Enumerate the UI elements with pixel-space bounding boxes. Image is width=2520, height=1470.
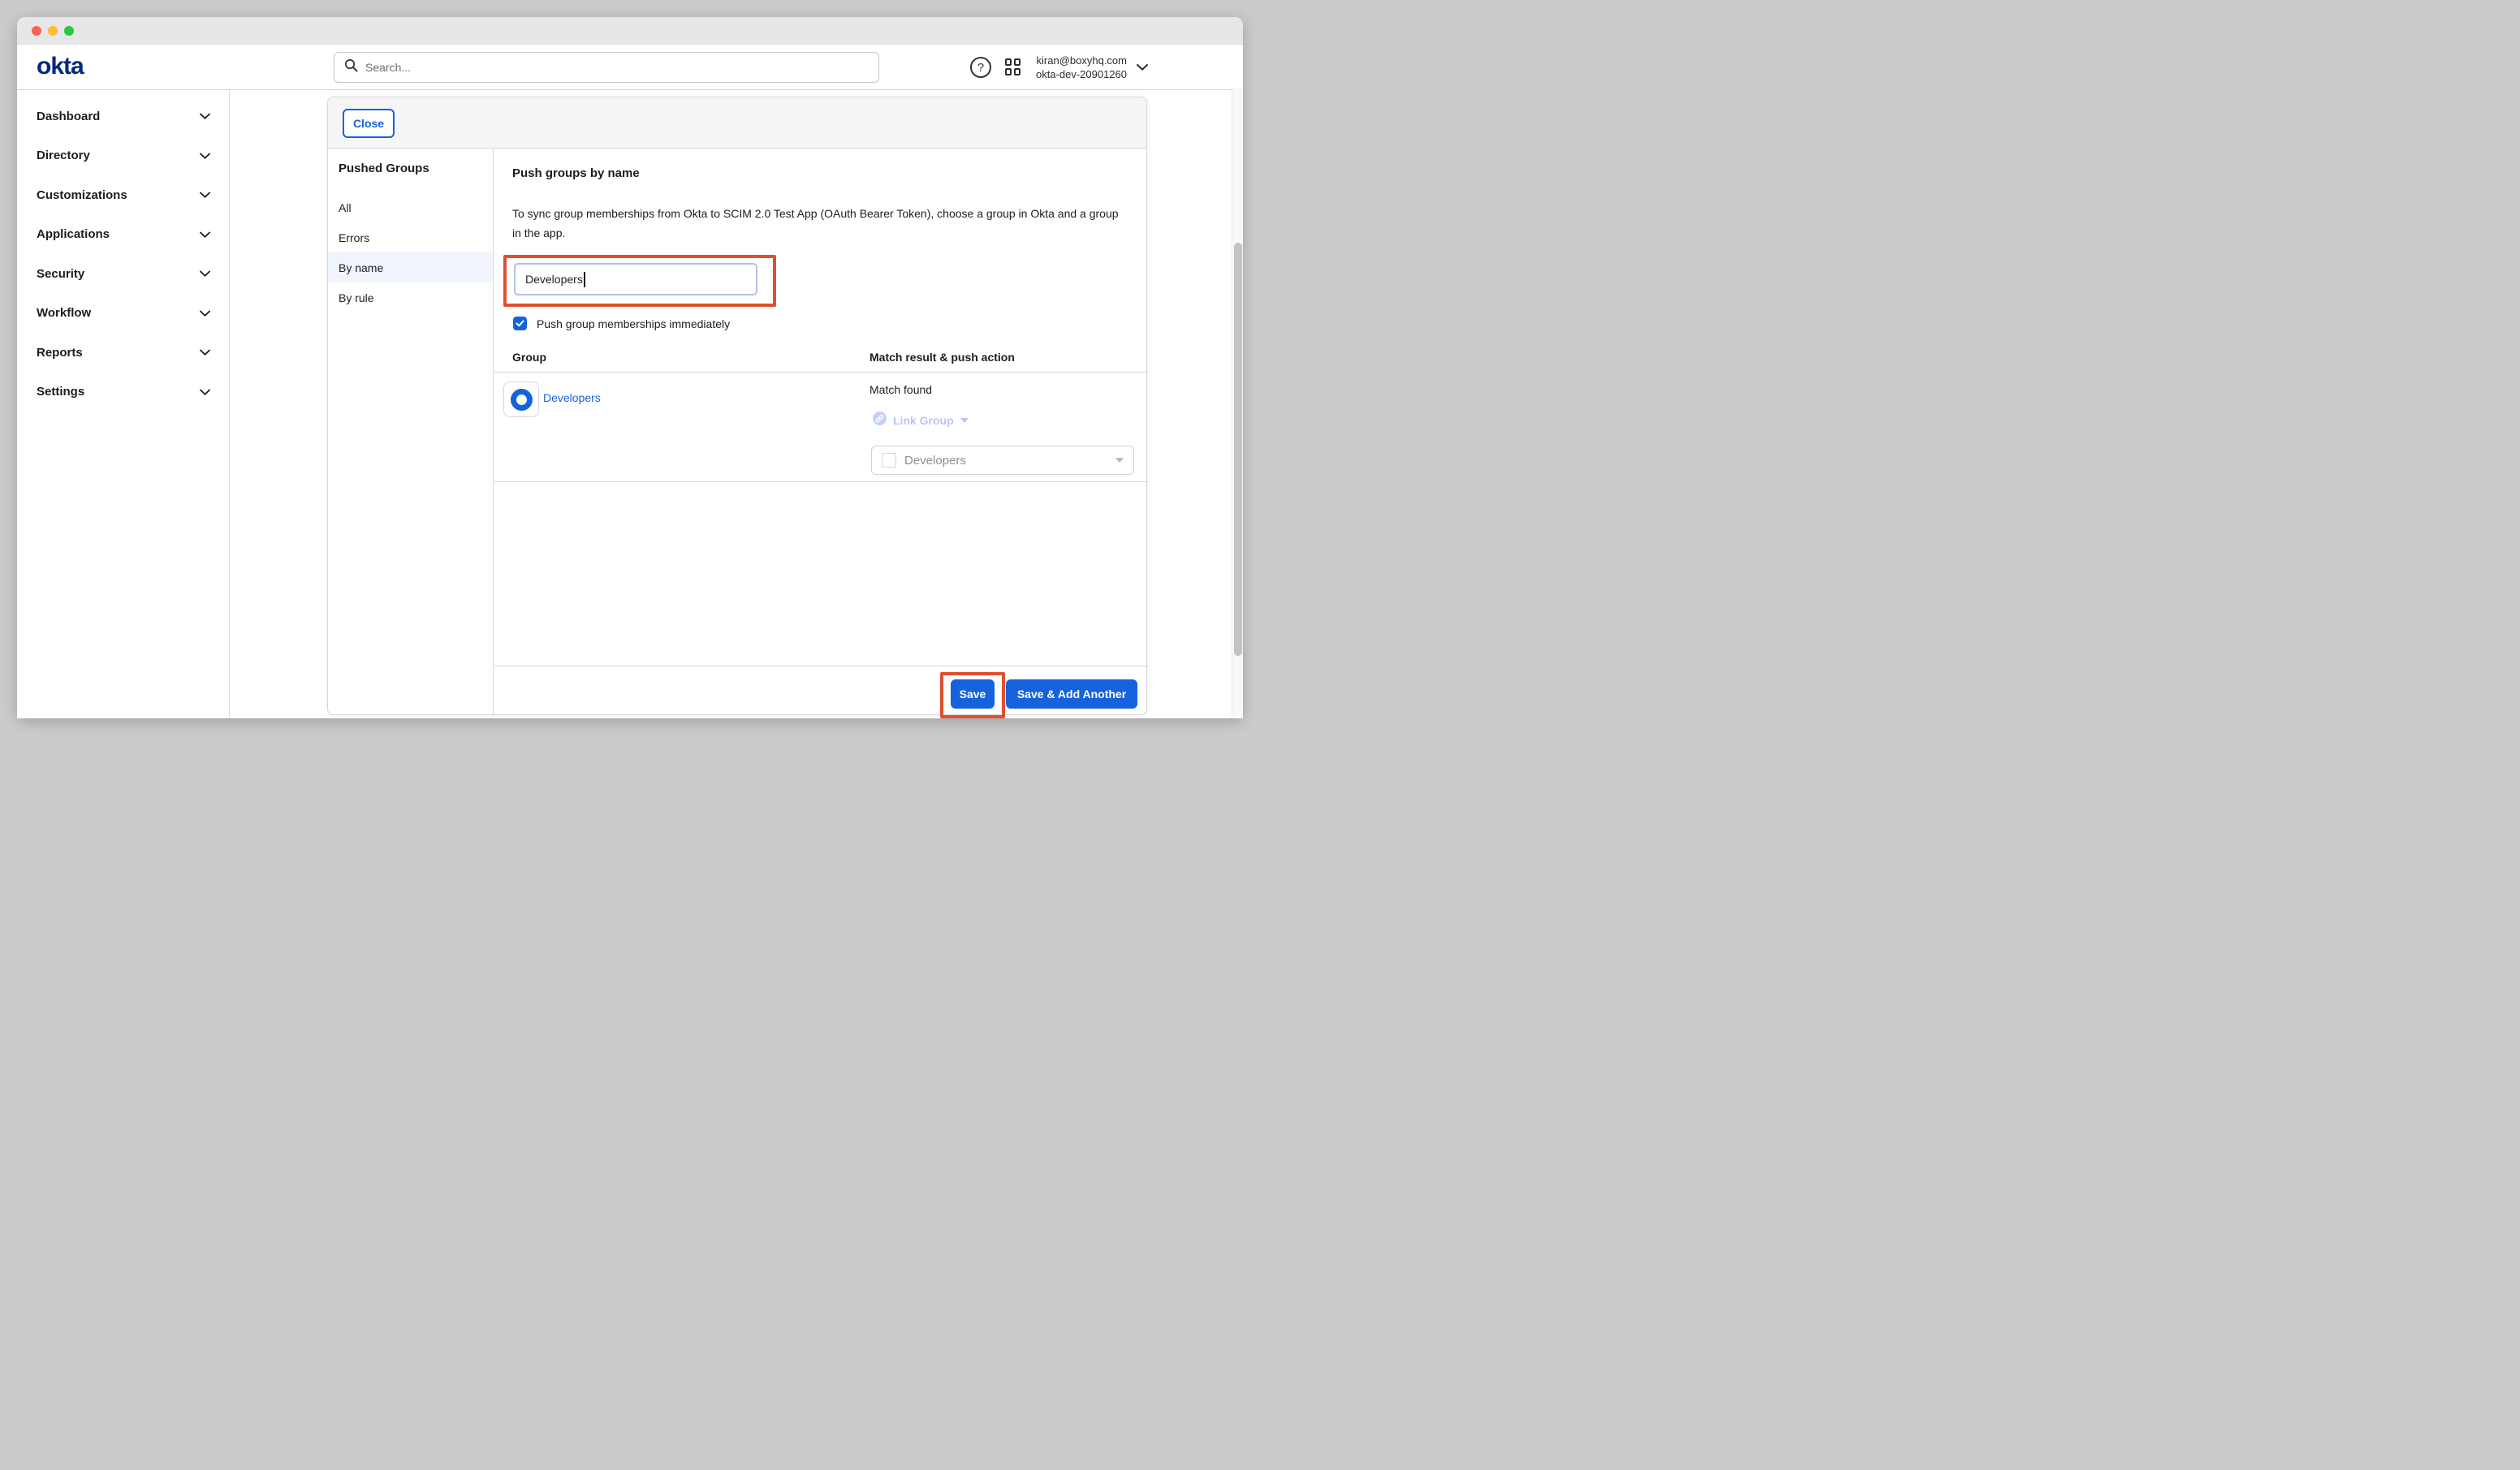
sidebar-item-customizations[interactable]: Customizations <box>17 175 229 215</box>
sidebar-item-settings[interactable]: Settings <box>17 373 229 412</box>
text-cursor <box>584 272 585 287</box>
group-avatar <box>503 382 539 417</box>
app-group-select[interactable]: Developers <box>871 446 1134 475</box>
sidebar-item-dashboard[interactable]: Dashboard <box>17 97 229 136</box>
okta-logo[interactable]: okta <box>37 53 84 80</box>
account-chevron-icon <box>1137 60 1148 75</box>
traffic-light-close[interactable] <box>32 26 41 36</box>
group-link[interactable]: Developers <box>543 391 601 404</box>
column-header-match-result: Match result & push action <box>869 351 1015 364</box>
dialog-header: Close <box>328 97 1146 149</box>
chevron-down-icon <box>200 306 210 320</box>
sidebar-item-label: Directory <box>37 149 90 162</box>
sidebar-item-label: Applications <box>37 227 110 241</box>
link-icon <box>873 412 887 429</box>
sidebar-item-label: Security <box>37 267 84 281</box>
chevron-down-icon <box>200 110 210 123</box>
caret-down-icon <box>960 418 969 423</box>
close-button[interactable]: Close <box>343 109 395 138</box>
account-org: okta-dev-20901260 <box>1036 67 1127 81</box>
sidebar-item-label: Customizations <box>37 188 127 202</box>
save-and-add-another-button[interactable]: Save & Add Another <box>1006 679 1137 709</box>
table-header: Group Match result & push action <box>494 345 1148 373</box>
nav-item-all[interactable]: All <box>328 192 493 222</box>
app-header: okta kiran@boxyhq.com okta-dev-20901260 <box>17 45 1243 90</box>
traffic-light-zoom[interactable] <box>64 26 74 36</box>
app-group-selected-value: Developers <box>904 454 1107 468</box>
group-name-input[interactable]: Developers <box>514 263 757 295</box>
sidebar-item-workflow[interactable]: Workflow <box>17 294 229 334</box>
sidebar-item-label: Reports <box>37 346 83 360</box>
chevron-down-icon <box>200 188 210 202</box>
nav-item-by-name[interactable]: By name <box>328 252 493 282</box>
group-name-input-value: Developers <box>525 273 583 286</box>
link-group-dropdown[interactable]: Link Group <box>873 412 969 429</box>
help-icon[interactable] <box>970 57 991 78</box>
chevron-down-icon <box>200 149 210 162</box>
chevron-down-icon <box>200 267 210 281</box>
sidebar-item-applications[interactable]: Applications <box>17 215 229 255</box>
browser-window: okta kiran@boxyhq.com okta-dev-20901260 <box>17 17 1243 718</box>
sidebar-item-label: Settings <box>37 385 84 399</box>
pushed-groups-nav: Pushed Groups All Errors By name By rule <box>328 149 494 714</box>
sidebar-item-reports[interactable]: Reports <box>17 333 229 373</box>
save-button[interactable]: Save <box>951 679 995 709</box>
sidebar-item-label: Workflow <box>37 306 91 320</box>
app-group-placeholder-icon <box>882 453 896 468</box>
account-email: kiran@boxyhq.com <box>1036 54 1127 67</box>
push-groups-dialog: Close Pushed Groups All Errors By name B… <box>327 97 1147 715</box>
search-icon <box>344 58 358 76</box>
search-input[interactable] <box>365 61 869 74</box>
page-title: Push groups by name <box>512 166 640 180</box>
link-group-label: Link Group <box>893 414 954 427</box>
apps-grid-icon[interactable] <box>1005 58 1022 76</box>
scrollbar-thumb[interactable] <box>1234 243 1242 656</box>
sidebar-nav: Dashboard Directory Customizations Appli… <box>17 90 230 718</box>
sidebar-item-label: Dashboard <box>37 110 100 123</box>
nav-item-by-rule[interactable]: By rule <box>328 282 493 313</box>
column-header-group: Group <box>512 351 546 364</box>
description-text: To sync group memberships from Okta to S… <box>512 204 1120 243</box>
global-search[interactable] <box>334 52 879 83</box>
traffic-light-minimize[interactable] <box>48 26 58 36</box>
chevron-down-icon <box>200 227 210 241</box>
check-icon <box>516 320 524 327</box>
push-immediately-label: Push group memberships immediately <box>537 317 730 330</box>
okta-group-icon <box>511 389 533 411</box>
table-row: Developers Match found Link Group <box>494 373 1148 482</box>
sidebar-item-security[interactable]: Security <box>17 254 229 294</box>
window-titlebar <box>17 17 1243 45</box>
scrollbar-track[interactable] <box>1232 88 1243 718</box>
chevron-down-icon <box>200 385 210 399</box>
dialog-content: Push groups by name To sync group member… <box>494 149 1148 714</box>
match-result-text: Match found <box>869 383 932 396</box>
nav-item-errors[interactable]: Errors <box>328 222 493 252</box>
caret-down-icon <box>1115 458 1124 463</box>
sidebar-item-directory[interactable]: Directory <box>17 136 229 176</box>
chevron-down-icon <box>200 346 210 360</box>
account-menu[interactable]: kiran@boxyhq.com okta-dev-20901260 <box>1036 54 1148 81</box>
pushed-groups-title: Pushed Groups <box>328 162 493 181</box>
push-immediately-checkbox[interactable] <box>513 317 527 330</box>
